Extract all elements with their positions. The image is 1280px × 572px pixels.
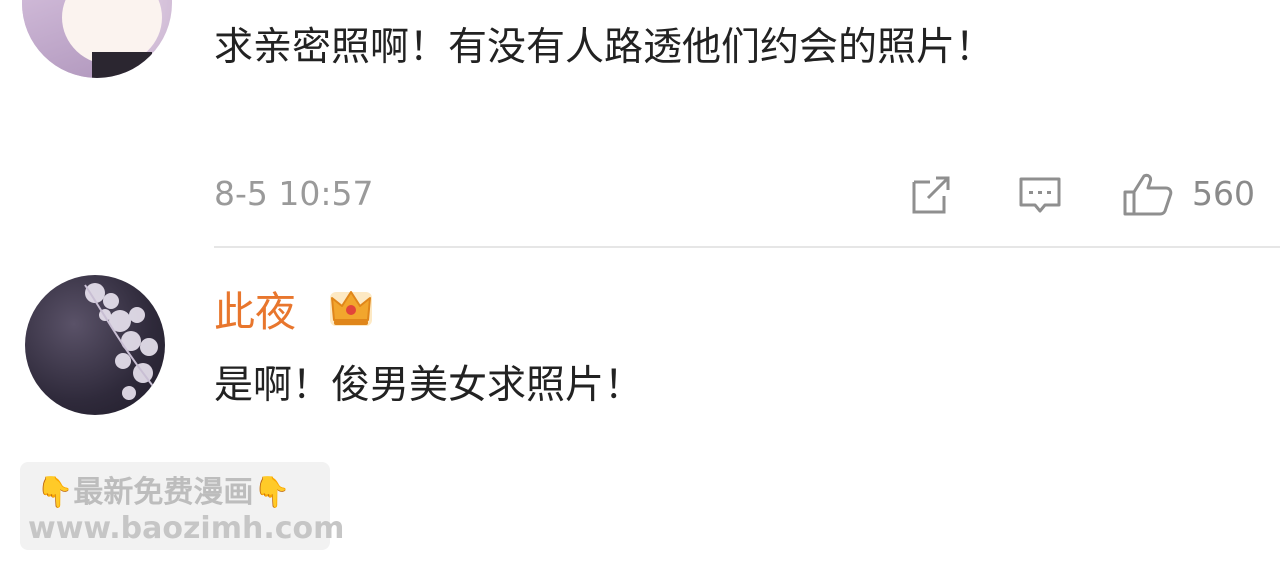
comment-text: 求亲密照啊！有没有人路透他们约会的照片！ (214, 25, 995, 70)
watermark-url: www.baozimh.com (28, 511, 345, 546)
watermark-title: 👇最新免费漫画👇 (36, 475, 291, 510)
share-icon[interactable] (910, 172, 954, 216)
thumbs-up-icon[interactable] (1122, 172, 1174, 216)
commenter-avatar[interactable] (22, 0, 172, 78)
crown-icon (330, 291, 372, 326)
comment-divider (214, 246, 1280, 248)
like-count: 560 (1192, 174, 1255, 213)
comment-icon[interactable] (1018, 172, 1062, 216)
username[interactable]: 此夜 (214, 285, 296, 339)
commenter-avatar[interactable] (25, 275, 165, 415)
comment-text: 是啊！俊男美女求照片！ (214, 363, 644, 408)
blossom-image (84, 283, 161, 400)
avatar-collar (92, 52, 152, 78)
comment-timestamp: 8-5 10:57 (214, 174, 374, 213)
